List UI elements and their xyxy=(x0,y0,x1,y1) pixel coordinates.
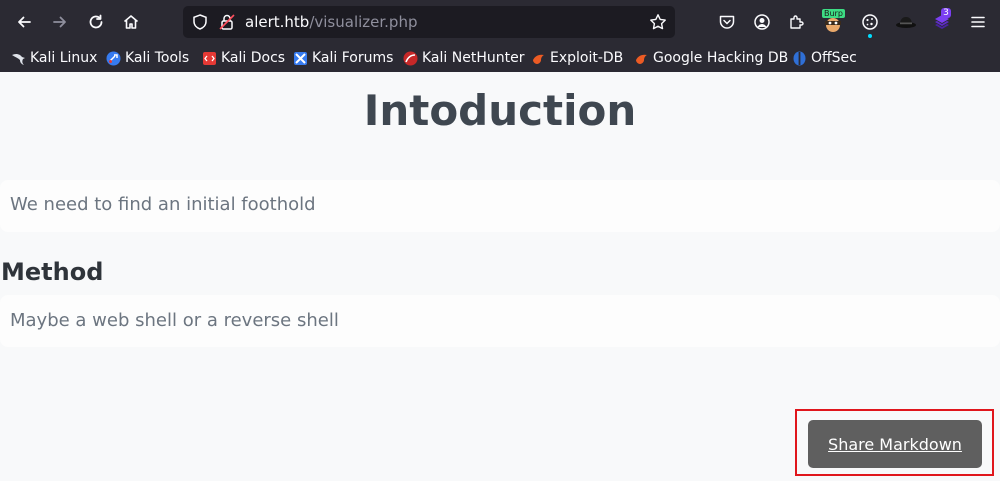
bookmarks-toolbar: Kali Linux Kali Tools Kali Docs Kali For… xyxy=(0,44,1000,72)
star-icon[interactable] xyxy=(649,13,667,31)
exploit-db-icon xyxy=(533,54,544,64)
home-button[interactable] xyxy=(116,7,146,37)
share-markdown-button[interactable]: Share Markdown xyxy=(808,420,982,468)
bookmark-kali-forums[interactable]: Kali Forums xyxy=(293,49,393,67)
bookmark-kali-nethunter[interactable]: Kali NetHunter xyxy=(403,49,524,67)
active-dot xyxy=(868,34,872,38)
fedora-hat-icon xyxy=(896,17,916,28)
bookmark-label: Kali Linux xyxy=(30,50,98,66)
home-icon xyxy=(123,15,139,29)
cookie-icon xyxy=(862,14,878,30)
method-text: Maybe a web shell or a reverse shell xyxy=(10,310,339,331)
puzzle-icon xyxy=(790,15,804,29)
burp-label: Burp xyxy=(822,9,845,18)
bookmark-label: Kali Docs xyxy=(221,50,286,66)
intro-text: We need to find an initial foothold xyxy=(10,194,316,215)
wappalyzer-extension-button[interactable]: 3 xyxy=(927,7,957,37)
extension-badge: 3 xyxy=(941,8,951,18)
back-button[interactable] xyxy=(9,7,39,37)
reload-icon xyxy=(89,14,103,29)
address-bar[interactable]: alert.htb/visualizer.php xyxy=(183,6,675,38)
kali-forums-icon xyxy=(294,51,307,65)
kali-dragon-icon xyxy=(12,53,25,65)
kali-tools-icon xyxy=(106,51,121,65)
reload-button[interactable] xyxy=(81,7,111,37)
browser-toolbar: alert.htb/visualizer.php Burp 3 xyxy=(0,0,1000,44)
bookmark-label: Kali Tools xyxy=(125,50,190,66)
bookmark-label: Exploit-DB xyxy=(550,50,624,66)
forward-button[interactable] xyxy=(45,7,75,37)
method-heading: Method xyxy=(1,258,104,286)
intro-card: We need to find an initial foothold xyxy=(0,180,1000,232)
pocket-icon xyxy=(719,15,735,29)
bookmark-label: Google Hacking DB xyxy=(653,50,789,66)
arrow-right-icon xyxy=(53,16,66,28)
page-content: Intoduction We need to find an initial f… xyxy=(0,72,1000,481)
bookmark-label: Kali NetHunter xyxy=(422,50,525,66)
bookmark-offsec[interactable]: OffSec xyxy=(792,49,857,67)
account-icon xyxy=(754,14,770,30)
method-card: Maybe a web shell or a reverse shell xyxy=(0,295,1000,347)
page-title: Intoduction xyxy=(363,86,637,135)
url-host: alert.htb xyxy=(245,13,310,31)
nethunter-icon xyxy=(403,51,418,65)
bookmark-kali-linux[interactable]: Kali Linux xyxy=(11,49,97,67)
insecure-lock-icon[interactable] xyxy=(218,13,236,31)
ghdb-icon xyxy=(636,54,647,64)
arrow-left-icon xyxy=(18,16,31,28)
hamburger-menu-icon xyxy=(971,16,985,28)
bookmark-kali-docs[interactable]: Kali Docs xyxy=(202,49,285,67)
cookie-extension-button[interactable] xyxy=(855,7,885,38)
menu-button[interactable] xyxy=(963,7,993,37)
extensions-button[interactable] xyxy=(782,7,812,37)
account-button[interactable] xyxy=(747,7,777,37)
bookmark-label: OffSec xyxy=(811,50,857,66)
bookmark-google-hacking-db[interactable]: Google Hacking DB xyxy=(634,49,788,67)
offsec-icon xyxy=(793,51,806,65)
bookmark-label: Kali Forums xyxy=(312,50,394,66)
bookmark-kali-tools[interactable]: Kali Tools xyxy=(106,49,189,67)
burp-extension-button[interactable]: Burp xyxy=(818,7,848,37)
hat-extension-button[interactable] xyxy=(891,7,921,37)
bookmark-exploit-db[interactable]: Exploit-DB xyxy=(531,49,623,67)
kali-docs-icon xyxy=(203,51,216,65)
url-text[interactable]: alert.htb/visualizer.php xyxy=(245,13,418,31)
shield-icon[interactable] xyxy=(191,13,209,31)
url-path: /visualizer.php xyxy=(309,13,418,31)
pocket-button[interactable] xyxy=(712,7,742,37)
